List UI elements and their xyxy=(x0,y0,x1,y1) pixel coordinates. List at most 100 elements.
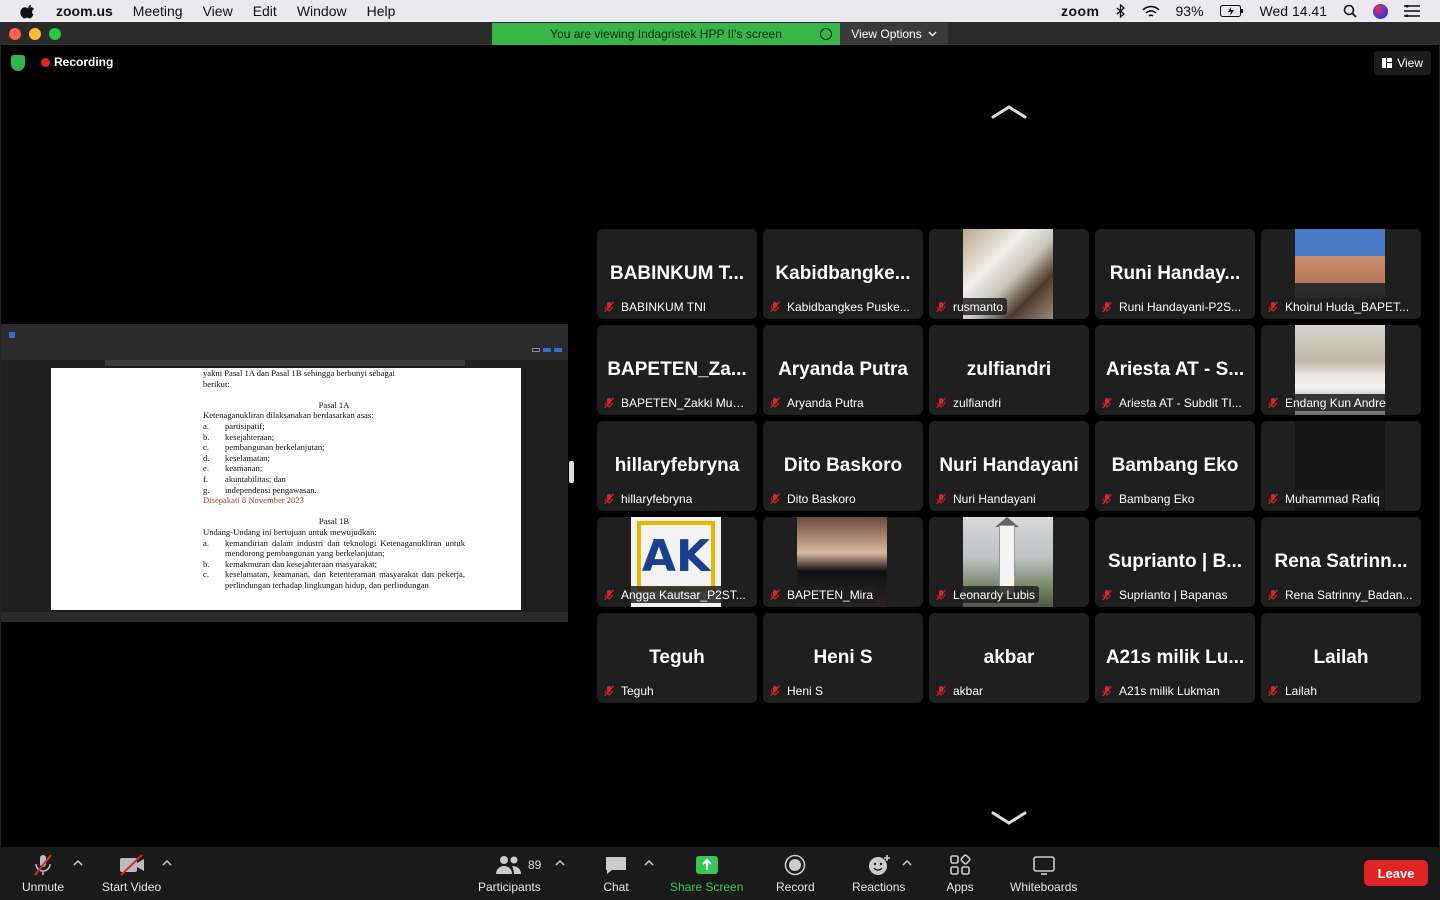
participant-name: zulfiandri xyxy=(953,395,1002,410)
menu-window[interactable]: Window xyxy=(297,3,347,19)
pasal-1a-item: d. keselamatan; xyxy=(203,453,465,464)
participant-tile[interactable]: Teguh Teguh xyxy=(597,613,757,703)
participant-tile[interactable]: Heni S Heni S xyxy=(763,613,923,703)
audio-options-chevron-icon[interactable] xyxy=(73,859,83,867)
menubar-clock[interactable]: Wed 14.41 xyxy=(1260,3,1327,19)
apps-button[interactable]: Apps xyxy=(946,853,974,894)
participant-tile[interactable]: Rena Satrinn... Rena Satrinny_Badan... xyxy=(1261,517,1421,607)
participant-name: Angga Kautsar_P2ST... xyxy=(621,587,746,602)
share-screen-button[interactable]: Share Screen xyxy=(670,853,743,894)
participant-name: Aryanda Putra xyxy=(787,395,864,410)
split-view-handle[interactable] xyxy=(569,461,574,483)
shared-word-statusbar xyxy=(1,612,568,622)
participant-name-label: Nuri Handayani xyxy=(933,490,1040,507)
muted-mic-icon xyxy=(1268,685,1278,696)
whiteboard-icon xyxy=(1032,856,1055,875)
participant-tile[interactable]: zulfiandri zulfiandri xyxy=(929,325,1089,415)
battery-icon[interactable] xyxy=(1219,5,1244,17)
whiteboards-button[interactable]: Whiteboards xyxy=(1010,853,1077,894)
participant-tile[interactable]: Dito Baskoro Dito Baskoro xyxy=(763,421,923,511)
pasal-1a-item: f. akuntabilitas; dan xyxy=(203,474,465,485)
participant-tile[interactable]: rusmanto xyxy=(929,229,1089,319)
participant-name: Teguh xyxy=(621,683,654,698)
maximize-window-button[interactable] xyxy=(49,28,61,40)
minimize-window-button[interactable] xyxy=(29,28,41,40)
muted-mic-icon xyxy=(1268,493,1278,504)
menu-edit[interactable]: Edit xyxy=(253,3,277,19)
participant-tile[interactable]: BAPETEN_Mira xyxy=(763,517,923,607)
smiley-plus-icon xyxy=(868,855,890,875)
participant-tile[interactable]: hillaryfebryna hillaryfebryna xyxy=(597,421,757,511)
participant-name-label: Heni S xyxy=(767,682,828,699)
grid-layout-icon xyxy=(1382,58,1393,68)
bluetooth-icon[interactable] xyxy=(1116,4,1126,18)
scroll-up-chevron-icon[interactable] xyxy=(991,105,1027,119)
participant-tile[interactable]: Khoirul Huda_BAPET... xyxy=(1261,229,1421,319)
menu-meeting[interactable]: Meeting xyxy=(133,3,183,19)
participant-name-label: Rena Satrinny_Badan... xyxy=(1265,586,1417,603)
participant-name-label: A21s milik Lukman xyxy=(1099,682,1224,699)
control-center-icon[interactable] xyxy=(1404,5,1420,17)
participant-display-name: zulfiandri xyxy=(966,359,1052,380)
reactions-options-chevron-icon[interactable] xyxy=(902,859,912,867)
wifi-icon[interactable] xyxy=(1141,5,1160,18)
participant-name-label: Lailah xyxy=(1265,682,1322,699)
item-value: kemakmuran dan kesejahteraan masyarakat; xyxy=(225,558,377,569)
participant-name: hillaryfebryna xyxy=(621,491,693,506)
security-shield-icon[interactable] xyxy=(11,55,25,71)
participant-tile[interactable]: AK Angga Kautsar_P2ST... xyxy=(597,517,757,607)
participant-tile[interactable]: Aryanda Putra Aryanda Putra xyxy=(763,325,923,415)
participant-name-label: Muhammad Rafiq xyxy=(1265,490,1384,507)
menubar-app-name[interactable]: zoom.us xyxy=(56,3,113,19)
participant-tile[interactable]: Endang Kun Andre xyxy=(1261,325,1421,415)
chat-options-chevron-icon[interactable] xyxy=(644,859,654,867)
participant-tile[interactable]: Kabidbangke... Kabidbangkes Puske... xyxy=(763,229,923,319)
screen-share-status-icon xyxy=(820,28,832,40)
participant-tile[interactable]: Leonardy Lubis xyxy=(929,517,1089,607)
participant-tile[interactable]: BABINKUM T... BABINKUM TNI xyxy=(597,229,757,319)
muted-mic-icon xyxy=(1102,397,1112,408)
participant-tile[interactable]: akbar akbar xyxy=(929,613,1089,703)
view-layout-button[interactable]: View xyxy=(1374,51,1431,75)
participant-name-label: Kabidbangkes Puske... xyxy=(767,298,914,315)
recording-indicator[interactable]: Recording xyxy=(41,55,113,69)
participant-name: Nuri Handayani xyxy=(953,491,1036,506)
record-button[interactable]: Record xyxy=(776,853,815,894)
video-options-chevron-icon[interactable] xyxy=(162,859,172,867)
zoom-status-icon[interactable]: zoom xyxy=(1061,3,1100,19)
participant-tile[interactable]: Suprianto | B... Suprianto | Bapanas xyxy=(1095,517,1255,607)
menu-help[interactable]: Help xyxy=(367,3,396,19)
participant-tile[interactable]: Muhammad Rafiq xyxy=(1261,421,1421,511)
participant-tile[interactable]: Lailah Lailah xyxy=(1261,613,1421,703)
participant-name-label: Ariesta AT - Subdit TI... xyxy=(1099,394,1246,411)
participant-tile[interactable]: BAPETEN_Za... BAPETEN_Zakki Muh... xyxy=(597,325,757,415)
participant-tile[interactable]: Nuri Handayani Nuri Handayani xyxy=(929,421,1089,511)
unmute-button[interactable]: Unmute xyxy=(22,853,64,894)
participant-name: BABINKUM TNI xyxy=(621,299,707,314)
participant-tile[interactable]: Runi Handay... Runi Handayani-P2S... xyxy=(1095,229,1255,319)
muted-mic-icon xyxy=(770,589,780,600)
participant-tile[interactable]: A21s milik Lu... A21s milik Lukman xyxy=(1095,613,1255,703)
leave-button[interactable]: Leave xyxy=(1364,860,1428,886)
participant-display-name: Rena Satrinn... xyxy=(1274,551,1408,572)
participant-name: Muhammad Rafiq xyxy=(1285,491,1380,506)
menu-view[interactable]: View xyxy=(203,3,233,19)
participants-label: Participants xyxy=(478,880,541,894)
apple-icon[interactable] xyxy=(20,3,36,19)
participant-display-name: Lailah xyxy=(1313,647,1369,668)
close-window-button[interactable] xyxy=(9,28,21,40)
siri-icon[interactable] xyxy=(1373,3,1388,19)
participant-tile[interactable]: Bambang Eko Bambang Eko xyxy=(1095,421,1255,511)
chat-button[interactable]: Chat xyxy=(602,853,630,894)
spotlight-search-icon[interactable] xyxy=(1343,4,1357,18)
item-key: a. xyxy=(203,420,209,431)
shared-screen[interactable]: yakni Pasal 1A dan Pasal 1B sehingga ber… xyxy=(1,324,568,622)
muted-mic-icon xyxy=(1268,589,1278,600)
participant-tile[interactable]: Ariesta AT - S... Ariesta AT - Subdit TI.… xyxy=(1095,325,1255,415)
start-video-button[interactable]: Start Video xyxy=(102,853,161,894)
view-options-button[interactable]: View Options xyxy=(840,23,948,45)
scroll-down-chevron-icon[interactable] xyxy=(991,811,1027,825)
participants-options-chevron-icon[interactable] xyxy=(555,859,565,867)
view-layout-label: View xyxy=(1397,56,1423,70)
reactions-button[interactable]: Reactions xyxy=(852,853,905,894)
